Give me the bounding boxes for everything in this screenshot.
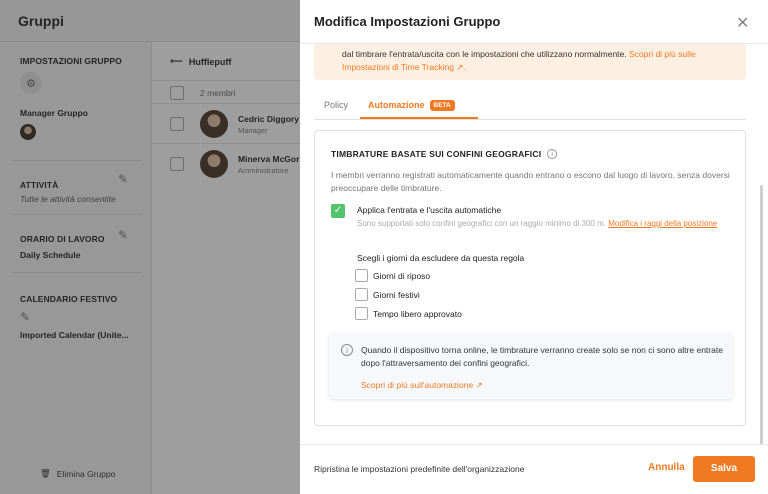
geofence-title-text: TIMBRATURE BASATE SUI CONFINI GEOGRAFICI bbox=[331, 149, 542, 159]
auto-clock-help: Sono supportati solo confini geografici … bbox=[357, 218, 737, 231]
settings-tabs: Policy Automazione BETA bbox=[314, 96, 746, 120]
edit-radius-link[interactable]: Modifica i raggi della posizione bbox=[608, 219, 717, 228]
tab-policy[interactable]: Policy bbox=[324, 100, 348, 110]
notice-text: dal timbrare l'entrata/uscita con le imp… bbox=[342, 49, 627, 59]
auto-clock-help-text: Sono supportati solo confini geografici … bbox=[357, 219, 607, 228]
offline-info-box: i Quando il dispositivo torna online, le… bbox=[329, 333, 733, 399]
time-off-checkbox[interactable] bbox=[355, 307, 368, 320]
edit-group-settings-drawer: Modifica Impostazioni Gruppo ✕ dal timbr… bbox=[300, 0, 768, 494]
drawer-footer: Ripristina le impostazioni predefinite d… bbox=[300, 444, 768, 494]
reset-defaults-link[interactable]: Ripristina le impostazioni predefinite d… bbox=[314, 464, 524, 474]
time-tracking-notice: dal timbrare l'entrata/uscita con le imp… bbox=[314, 44, 746, 80]
auto-clock-checkbox[interactable]: ✓ bbox=[331, 204, 345, 218]
modal-overlay[interactable] bbox=[0, 0, 300, 494]
info-circle-icon: i bbox=[341, 344, 353, 356]
holidays-label: Giorni festivi bbox=[373, 289, 420, 300]
close-icon[interactable]: ✕ bbox=[736, 16, 749, 32]
cancel-button[interactable]: Annulla bbox=[648, 462, 685, 473]
day-off-label: Giorni di riposo bbox=[373, 270, 431, 281]
active-tab-indicator bbox=[360, 117, 478, 119]
info-icon[interactable]: i bbox=[547, 149, 558, 159]
beta-badge: BETA bbox=[429, 100, 455, 111]
time-off-label: Tempo libero approvato bbox=[373, 308, 462, 319]
save-button[interactable]: Salva bbox=[693, 456, 755, 482]
auto-clock-label: Applica l'entrata e l'uscita automatiche bbox=[357, 205, 502, 215]
day-off-option[interactable]: Giorni di riposo bbox=[355, 269, 430, 282]
drawer-title: Modifica Impostazioni Gruppo bbox=[314, 14, 501, 29]
offline-info-text: Quando il dispositivo torna online, le t… bbox=[361, 345, 723, 368]
automation-learn-more-link[interactable]: Scopri di più sull'automazione ↗ bbox=[361, 380, 483, 391]
exclude-days-title: Scegli i giorni da escludere da questa r… bbox=[357, 253, 525, 263]
scrollbar[interactable] bbox=[760, 185, 763, 445]
tab-automazione[interactable]: Automazione BETA bbox=[368, 100, 455, 111]
time-off-option[interactable]: Tempo libero approvato bbox=[355, 307, 462, 320]
holidays-option[interactable]: Giorni festivi bbox=[355, 288, 420, 301]
day-off-checkbox[interactable] bbox=[355, 269, 368, 282]
geofence-card: TIMBRATURE BASATE SUI CONFINI GEOGRAFICI… bbox=[314, 130, 746, 426]
holidays-checkbox[interactable] bbox=[355, 288, 368, 301]
geofence-description: I membri verranno registrati automaticam… bbox=[331, 170, 730, 193]
tab-automazione-label: Automazione bbox=[368, 100, 425, 110]
geofence-title: TIMBRATURE BASATE SUI CONFINI GEOGRAFICI… bbox=[331, 149, 558, 159]
